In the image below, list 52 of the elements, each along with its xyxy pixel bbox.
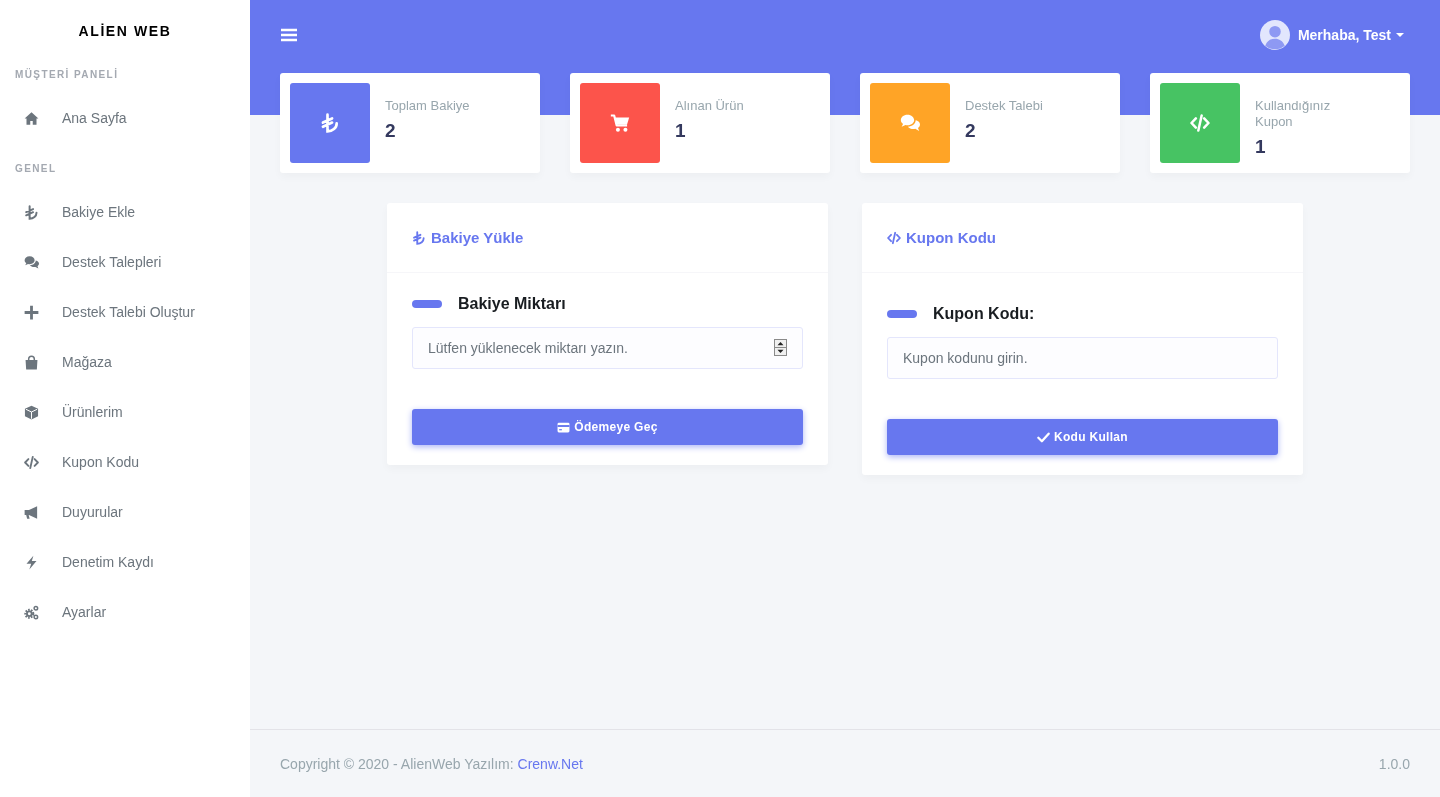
submit-button[interactable]: Kodu Kullan — [887, 419, 1278, 455]
field-label: Kupon Kodu: — [933, 305, 1035, 323]
sidebar-item[interactable]: Duyurular — [0, 487, 250, 537]
stat-value: 2 — [385, 120, 397, 142]
card-title: Kupon Kodu — [906, 229, 996, 246]
sidebar-item[interactable]: Destek Talebi Oluştur — [0, 287, 250, 337]
copyright-text: Copyright © 2020 - AlienWeb Yazılım: Crenw.Net — [280, 755, 583, 772]
stat-value: 1 — [675, 120, 687, 142]
sidebar-item[interactable]: Mağaza — [0, 337, 250, 387]
check-icon — [1037, 430, 1050, 444]
sidebar-item[interactable]: Bakiye Ekle — [0, 187, 250, 237]
sidebar-item[interactable]: Denetim Kaydı — [0, 537, 250, 587]
bar-marker-icon — [412, 300, 442, 308]
stat-value: 1 — [1255, 136, 1267, 158]
stepper-icon[interactable] — [774, 339, 787, 356]
avatar-icon — [1259, 20, 1290, 50]
sidebar-item[interactable]: Ürünlerim — [0, 387, 250, 437]
lira-icon — [412, 230, 426, 245]
brand-logo-text: ALİEN WEB — [77, 21, 173, 41]
input-field[interactable]: Kupon kodunu girin. — [887, 337, 1278, 379]
footer-link[interactable]: Crenw.Net — [517, 755, 583, 772]
bar-marker-icon — [887, 310, 917, 318]
stat-label: Alınan Ürün — [675, 98, 745, 114]
sidebar-item[interactable]: Kupon Kodu — [0, 437, 250, 487]
sidebar-item[interactable]: Ana Sayfa — [0, 93, 250, 143]
submit-button[interactable]: Ödemeye Geç — [412, 409, 803, 445]
input-field[interactable]: Lütfen yüklenecek miktarı yazın. — [412, 327, 803, 369]
stat-value: 2 — [965, 120, 977, 142]
card-icon — [557, 420, 571, 434]
cube-icon — [23, 404, 39, 420]
field-label: Bakiye Miktarı — [458, 295, 566, 313]
home-icon — [23, 110, 39, 126]
section-title: GENEL — [14, 162, 58, 176]
card-title: Bakiye Yükle — [431, 229, 524, 246]
lira-icon — [23, 204, 39, 220]
user-menu[interactable]: Merhaba, Test — [1259, 20, 1404, 50]
megaphone-icon — [23, 504, 39, 520]
bag-icon — [23, 354, 39, 370]
gears-icon — [23, 604, 39, 620]
sidebar-item[interactable]: Destek Talepleri — [0, 237, 250, 287]
code-icon — [23, 454, 39, 470]
stat-label: Destek Talebi — [965, 98, 1044, 114]
menu-icon[interactable] — [281, 28, 297, 42]
version-text: 1.0.0 — [1378, 755, 1410, 772]
code-icon — [887, 230, 901, 245]
stat-label: Kullandığınız Kupon — [1255, 98, 1332, 130]
stat-label: Toplam Bakiye — [385, 98, 471, 114]
sidebar-item[interactable]: Ayarlar — [0, 587, 250, 637]
section-title: MÜŞTERİ PANELİ — [14, 67, 120, 82]
plus-icon — [23, 304, 39, 320]
caret-icon — [1396, 33, 1404, 37]
chat-icon — [23, 254, 39, 270]
